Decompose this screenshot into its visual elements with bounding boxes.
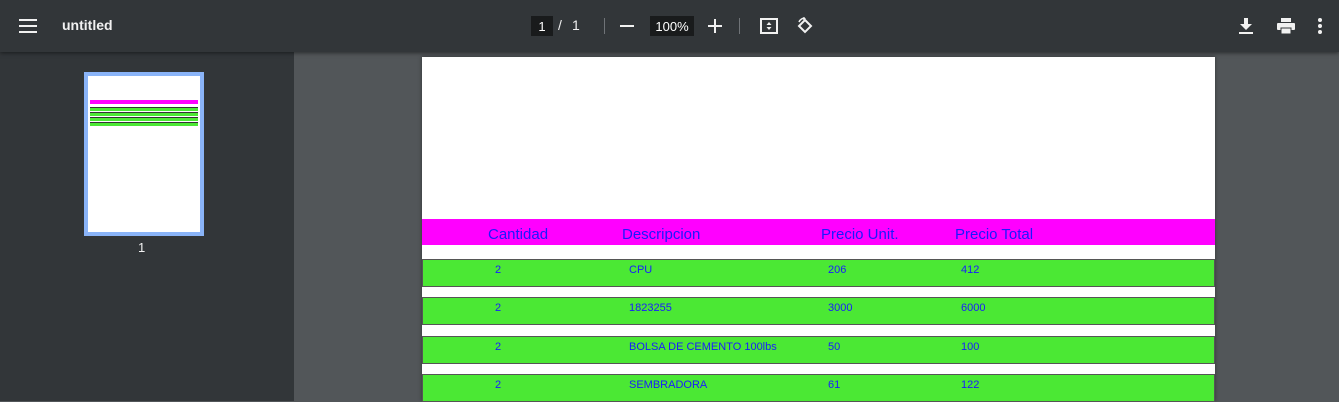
column-header: Descripcion	[622, 226, 701, 243]
cell-quantity: 2	[495, 264, 502, 276]
more-options-icon[interactable]	[1310, 10, 1330, 42]
cell-description: 1823255	[629, 302, 672, 314]
page-total: 1	[572, 17, 580, 33]
zoom-input[interactable]	[650, 16, 694, 36]
zoom-in-icon[interactable]	[699, 10, 731, 42]
thumbnail-row-strip	[90, 107, 198, 111]
cell-quantity: 2	[495, 341, 502, 353]
menu-icon[interactable]	[12, 10, 44, 42]
cell-total-price: 100	[961, 341, 980, 353]
fit-page-icon[interactable]	[753, 10, 785, 42]
table-row: 2 BOLSA DE CEMENTO 100lbs 50 100	[422, 336, 1215, 364]
cell-total-price: 412	[961, 264, 980, 276]
thumbnail-sidebar: 1	[0, 52, 294, 401]
column-header: Precio Unit.	[821, 226, 899, 243]
thumbnail-row-strip	[90, 117, 198, 121]
table-row: 2 SEMBRADORA 61 122	[422, 374, 1215, 402]
download-icon[interactable]	[1230, 10, 1262, 42]
cell-quantity: 2	[495, 302, 502, 314]
table-row: 2 CPU 206 412	[422, 259, 1215, 287]
thumbnail-page-label: 1	[138, 240, 146, 255]
page-number-input[interactable]	[531, 16, 553, 36]
cell-description: CPU	[629, 264, 653, 276]
cell-unit-price: 61	[828, 379, 841, 391]
cell-total-price: 6000	[961, 302, 986, 314]
cell-unit-price: 206	[828, 264, 847, 276]
toolbar-divider	[604, 18, 605, 34]
thumbnail-row-strip	[90, 122, 198, 126]
cell-total-price: 122	[961, 379, 980, 391]
column-header: Precio Total	[955, 226, 1034, 243]
thumbnail-header-strip	[90, 100, 198, 104]
page-separator: /	[558, 17, 562, 33]
thumbnail-row-strip	[90, 112, 198, 116]
cell-unit-price: 50	[828, 341, 841, 353]
table-header: Cantidad Descripcion Precio Unit. Precio…	[422, 219, 1215, 245]
print-icon[interactable]	[1270, 10, 1302, 42]
rotate-icon[interactable]	[789, 10, 821, 42]
column-header: Cantidad	[488, 226, 549, 243]
page-thumbnail[interactable]	[84, 72, 204, 236]
cell-quantity: 2	[495, 379, 502, 391]
cell-description: SEMBRADORA	[629, 379, 708, 391]
toolbar-divider	[739, 18, 740, 34]
document-title: untitled	[62, 17, 113, 33]
pdf-page: Cantidad Descripcion Precio Unit. Precio…	[422, 57, 1215, 402]
pdf-toolbar: untitled / 1	[0, 0, 1339, 52]
cell-unit-price: 3000	[828, 302, 853, 314]
cell-description: BOLSA DE CEMENTO 100lbs	[629, 341, 777, 353]
table-row: 2 1823255 3000 6000	[422, 297, 1215, 325]
zoom-out-icon[interactable]	[611, 10, 643, 42]
